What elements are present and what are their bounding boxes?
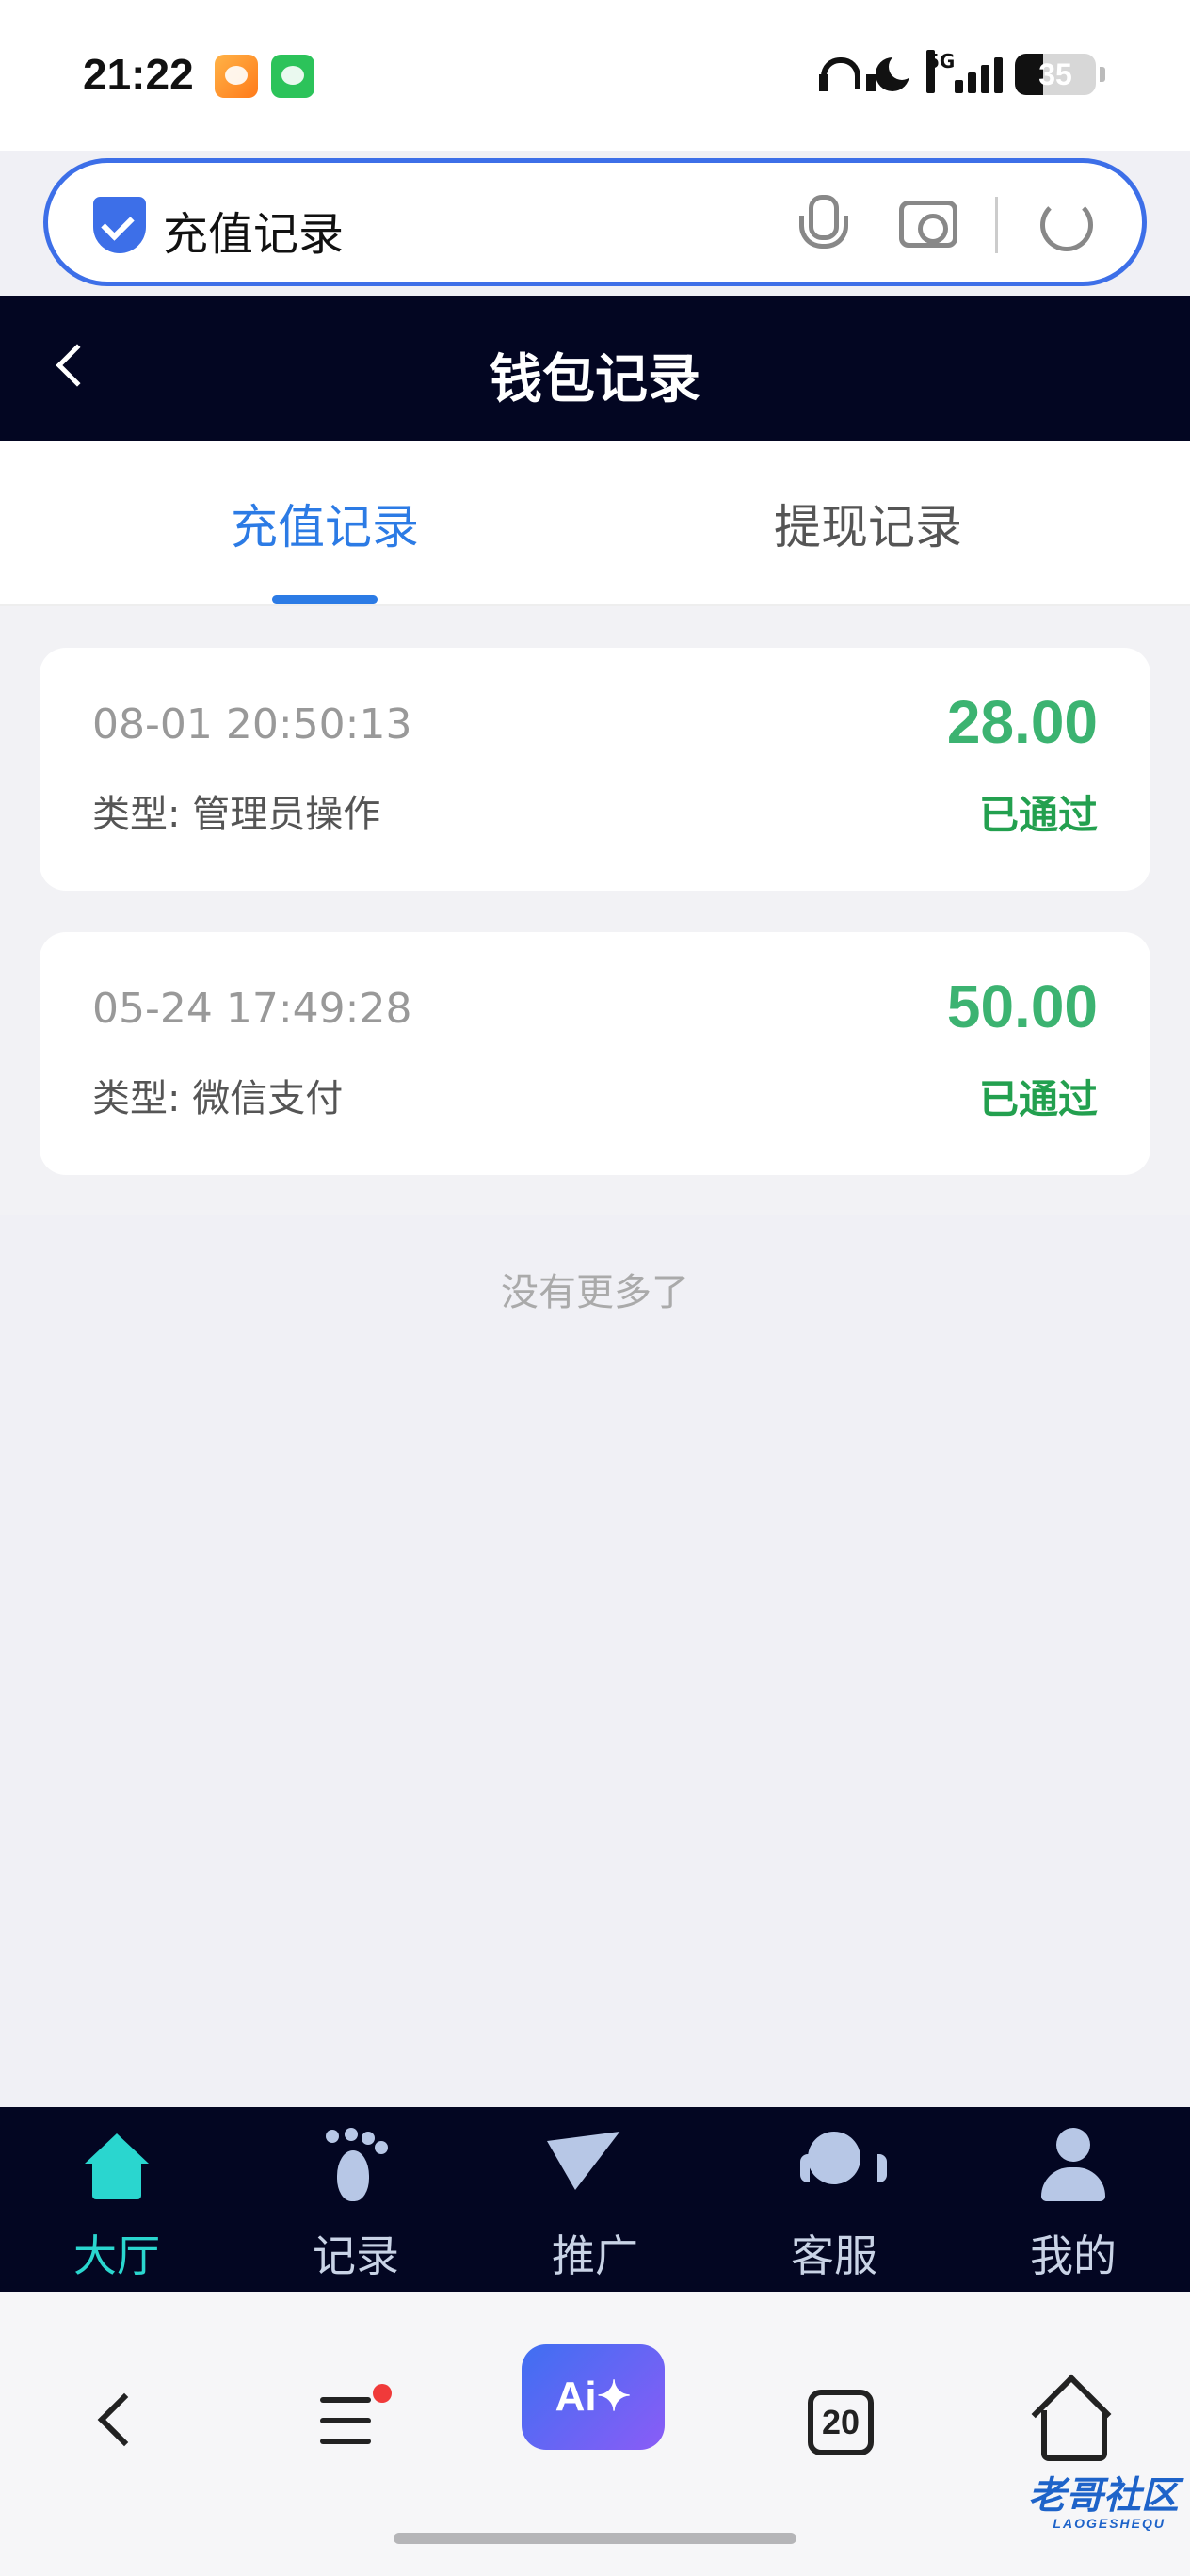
paper-plane-icon bbox=[557, 2128, 633, 2203]
status-time: 21:22 bbox=[83, 50, 194, 99]
footprint-icon bbox=[318, 2128, 394, 2203]
network-type: 5G bbox=[926, 50, 955, 93]
status-bar: 21:22 5G 35 bbox=[0, 0, 1190, 151]
headphone-icon bbox=[817, 54, 876, 95]
ai-assistant-button[interactable]: Ai✦ bbox=[522, 2344, 665, 2450]
bottom-nav: 大厅 记录 推广 客服 我的 bbox=[0, 2107, 1190, 2292]
tab-withdraw-records[interactable]: 提现记录 bbox=[680, 490, 1056, 557]
status-indicators: 5G 35 bbox=[817, 50, 1105, 98]
browser-back-icon[interactable] bbox=[97, 2392, 152, 2447]
record-time: 05-24 17:49:28 bbox=[92, 985, 412, 1033]
record-amount: 28.00 bbox=[946, 688, 1098, 756]
app-notification-icon bbox=[215, 55, 258, 98]
record-status: 已通过 bbox=[978, 792, 1098, 838]
signal-icon: 5G bbox=[926, 50, 1003, 95]
menu-icon[interactable] bbox=[320, 2397, 371, 2444]
microphone-icon[interactable] bbox=[792, 195, 848, 255]
nav-label: 客服 bbox=[791, 2230, 877, 2281]
tab-recharge-records[interactable]: 充值记录 bbox=[137, 490, 513, 557]
do-not-disturb-icon bbox=[872, 54, 915, 95]
record-type: 类型: 微信支付 bbox=[92, 1077, 344, 1120]
record-status: 已通过 bbox=[978, 1076, 1098, 1122]
nav-item-lobby[interactable]: 大厅 bbox=[41, 2128, 192, 2288]
tab-count-button[interactable]: 20 bbox=[808, 2390, 874, 2455]
nav-label: 我的 bbox=[1030, 2230, 1117, 2281]
shield-check-icon bbox=[93, 197, 146, 253]
list-item[interactable]: 05-24 17:49:28 类型: 微信支付 50.00 已通过 bbox=[40, 932, 1150, 1175]
battery-icon: 35 bbox=[1015, 54, 1096, 95]
refresh-icon[interactable] bbox=[1040, 199, 1093, 251]
nav-label: 推广 bbox=[552, 2230, 638, 2281]
nav-item-promote[interactable]: 推广 bbox=[520, 2128, 670, 2288]
home-indicator[interactable] bbox=[394, 2533, 796, 2544]
user-icon bbox=[1036, 2128, 1111, 2203]
watermark-subtext: LAOGESHEQU bbox=[1053, 2516, 1166, 2531]
list-end-text: 没有更多了 bbox=[501, 1271, 689, 1314]
wechat-notification-icon bbox=[271, 55, 314, 98]
address-divider bbox=[995, 197, 998, 253]
app-header: 钱包记录 bbox=[0, 296, 1190, 441]
battery-level: 35 bbox=[1038, 57, 1072, 91]
headset-icon bbox=[796, 2128, 887, 2203]
page-title: 钱包记录 bbox=[490, 349, 700, 411]
address-bar[interactable]: 充值记录 bbox=[43, 158, 1147, 286]
nav-label: 记录 bbox=[313, 2230, 399, 2281]
active-tab-indicator bbox=[272, 595, 378, 604]
nav-label: 大厅 bbox=[73, 2230, 160, 2281]
browser-toolbar: Ai✦ 20 老哥社区 LAOGESHEQU bbox=[0, 2292, 1190, 2576]
browser-home-icon[interactable] bbox=[1030, 2382, 1107, 2461]
record-tabs: 充值记录 提现记录 bbox=[0, 441, 1190, 606]
battery-tip bbox=[1100, 67, 1105, 82]
record-list: 08-01 20:50:13 类型: 管理员操作 28.00 已通过 05-24… bbox=[0, 606, 1190, 1215]
camera-icon[interactable] bbox=[899, 201, 957, 248]
nav-item-records[interactable]: 记录 bbox=[281, 2128, 431, 2288]
address-text[interactable]: 充值记录 bbox=[163, 197, 344, 263]
nav-item-mine[interactable]: 我的 bbox=[998, 2128, 1149, 2288]
record-time: 08-01 20:50:13 bbox=[92, 700, 412, 749]
list-item[interactable]: 08-01 20:50:13 类型: 管理员操作 28.00 已通过 bbox=[40, 648, 1150, 891]
nav-item-support[interactable]: 客服 bbox=[759, 2128, 909, 2288]
notification-dot bbox=[373, 2384, 392, 2403]
watermark-text: 老哥社区 bbox=[1028, 2474, 1179, 2518]
record-amount: 50.00 bbox=[946, 973, 1098, 1040]
home-icon bbox=[79, 2128, 154, 2203]
record-type: 类型: 管理员操作 bbox=[92, 793, 381, 836]
watermark-logo: 老哥社区 LAOGESHEQU bbox=[925, 2465, 1179, 2540]
